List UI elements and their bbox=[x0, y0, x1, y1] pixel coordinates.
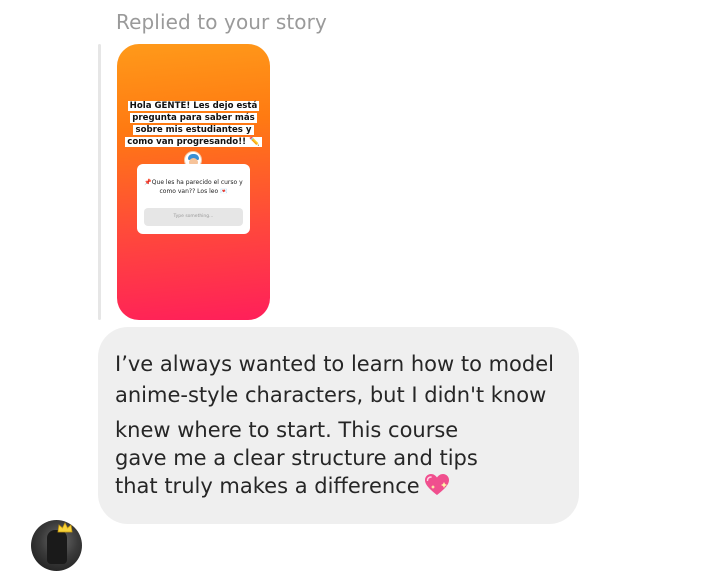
message-line-5-text: that truly makes a difference bbox=[115, 474, 420, 498]
reply-indicator-line bbox=[98, 44, 101, 320]
story-headline-text: Hola GENTE! Les dejo está pregunta para … bbox=[125, 101, 262, 147]
message-line-1: I’ve always wanted to learn how to model bbox=[115, 352, 554, 376]
question-sticker: 📌Que les ha parecido el curso y como van… bbox=[137, 164, 250, 234]
crown-icon bbox=[57, 522, 73, 533]
message-line-5: that truly makes a difference bbox=[115, 470, 569, 502]
sparkling-heart-icon bbox=[424, 474, 449, 495]
replied-to-story-label: Replied to your story bbox=[116, 10, 327, 34]
question-sticker-text: 📌Que les ha parecido el curso y como van… bbox=[144, 179, 243, 195]
message-bubble[interactable]: I’ve always wanted to learn how to model… bbox=[98, 327, 579, 524]
message-line-3: knew where to start. This course bbox=[115, 418, 459, 442]
question-sticker-input: Type something... bbox=[144, 208, 243, 226]
message-line-4: gave me a clear structure and tips bbox=[115, 446, 478, 470]
dm-thread: Replied to your story Hola GENTE! Les de… bbox=[0, 0, 720, 588]
story-headline: Hola GENTE! Les dejo está pregunta para … bbox=[122, 100, 265, 148]
story-preview[interactable]: Hola GENTE! Les dejo está pregunta para … bbox=[117, 44, 270, 320]
message-line-2: anime-style characters, but I didn't kno… bbox=[115, 383, 547, 407]
sender-avatar[interactable] bbox=[31, 520, 82, 571]
